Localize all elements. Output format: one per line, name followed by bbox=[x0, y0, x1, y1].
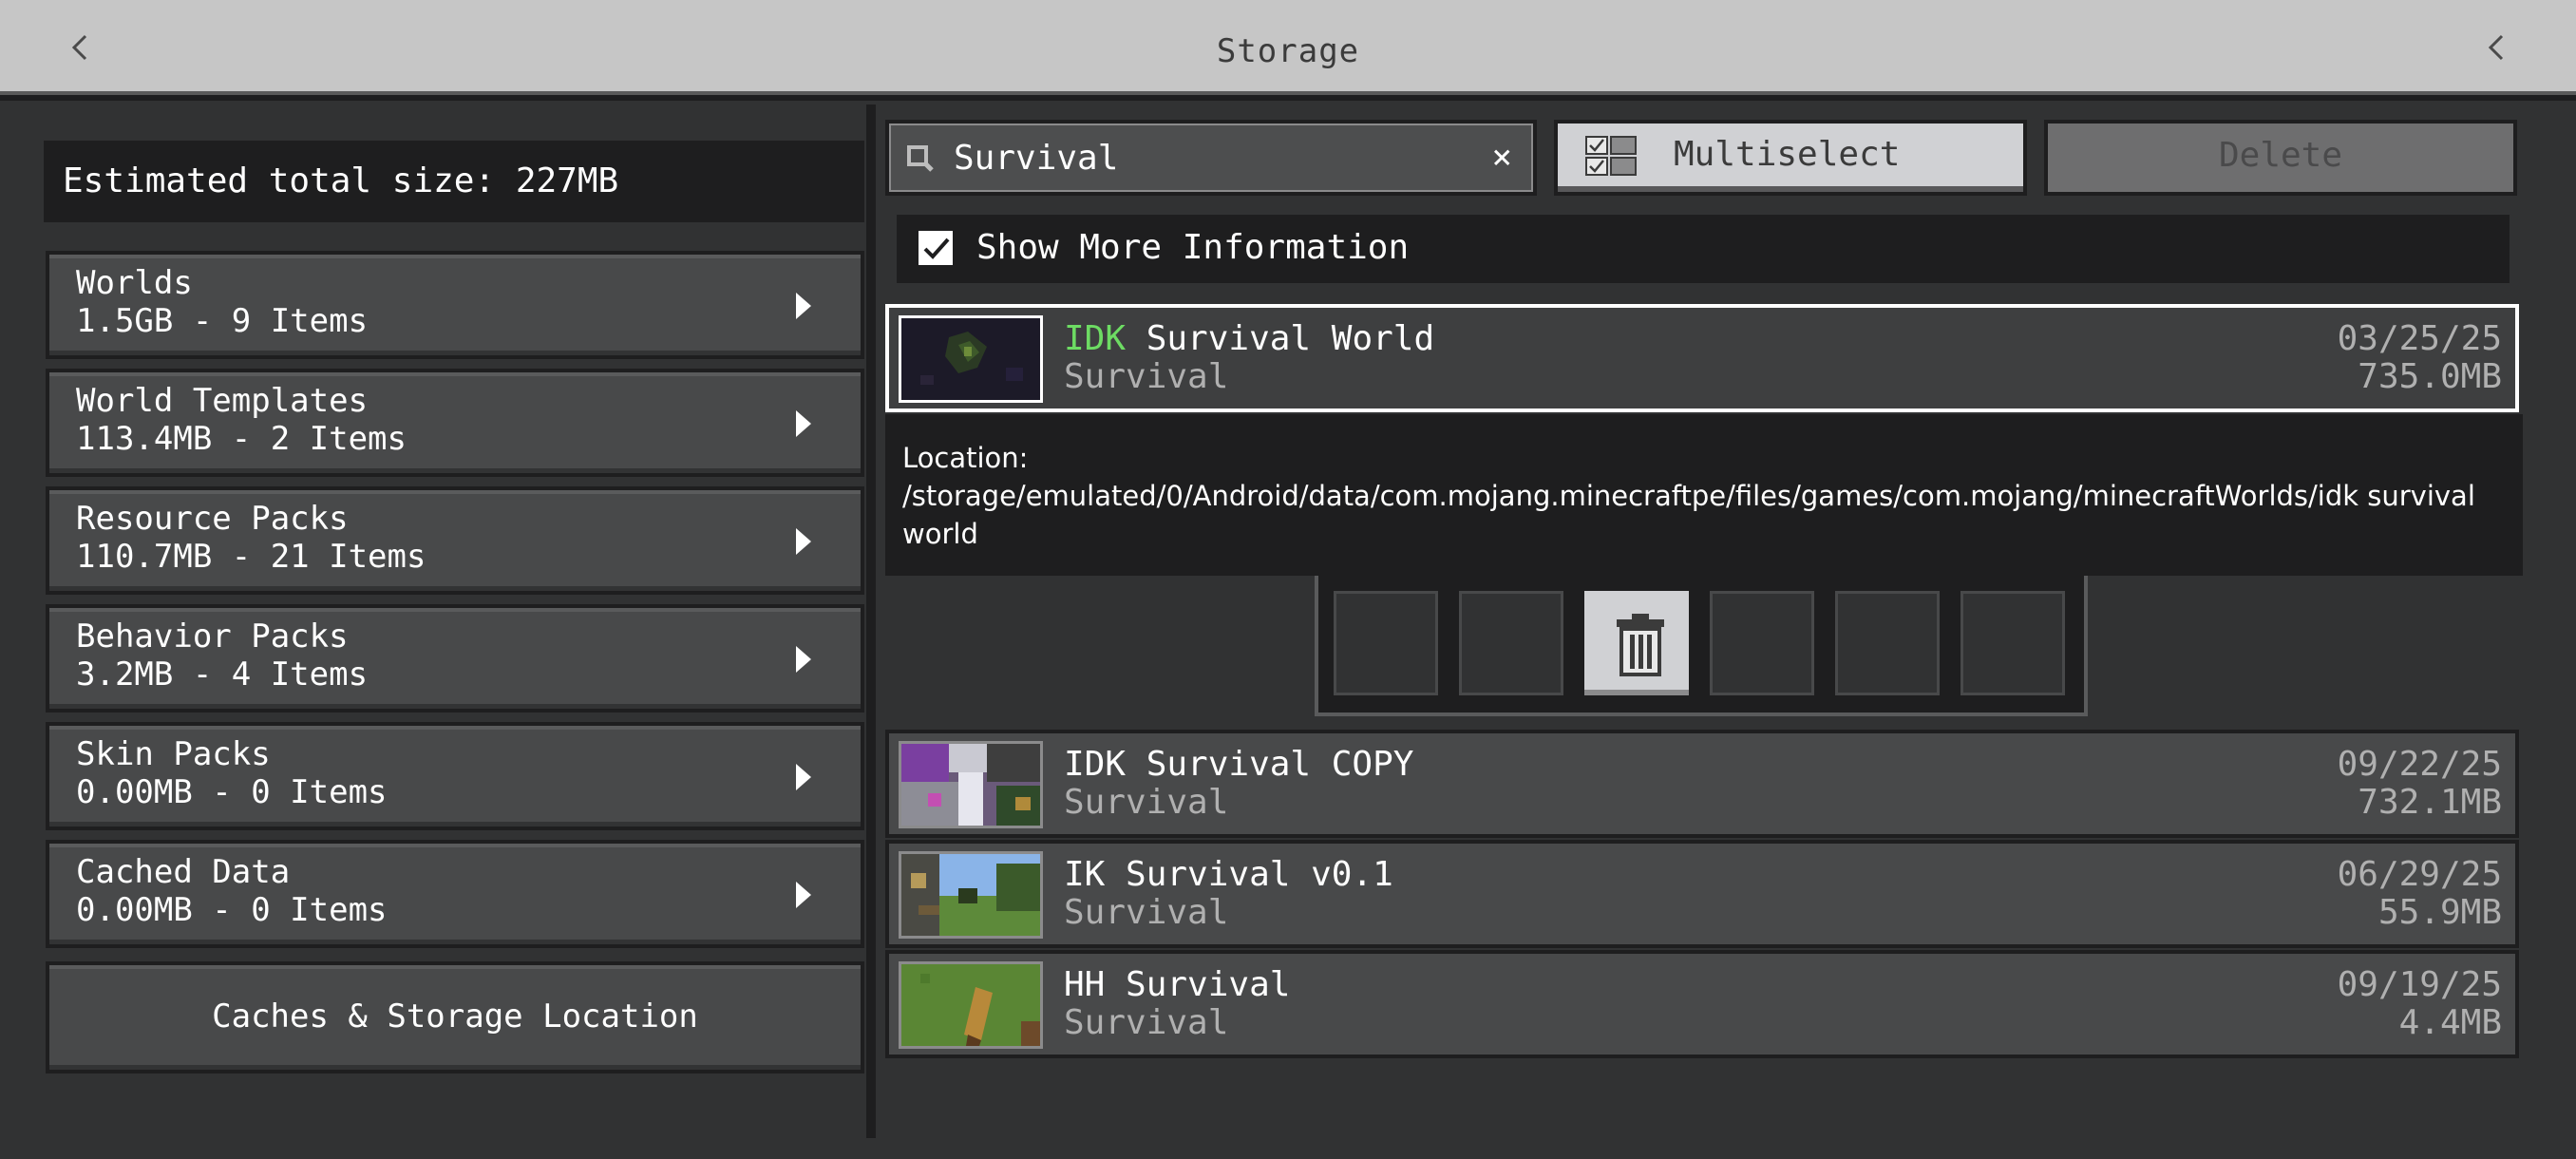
category-behavior-packs[interactable]: Behavior Packs 3.2MB - 4 Items bbox=[46, 604, 864, 712]
multiselect-button-face: Multiselect bbox=[1558, 124, 2023, 192]
arrow-right-icon bbox=[796, 293, 811, 319]
category-cached-data[interactable]: Cached Data 0.00MB - 0 Items bbox=[46, 840, 864, 948]
category-detail: 0.00MB - 0 Items bbox=[76, 773, 388, 811]
page-title: Storage bbox=[1216, 32, 1360, 70]
location-label: Location: bbox=[902, 442, 1029, 474]
world-name: HH Survival bbox=[1064, 965, 1291, 1004]
world-date: 09/22/25 bbox=[2337, 745, 2502, 784]
world-row[interactable]: IDK Survival COPY Survival 09/22/25 732.… bbox=[885, 730, 2519, 838]
world-thumbnail bbox=[899, 851, 1043, 939]
arrow-right-icon bbox=[796, 528, 811, 555]
world-name-rest: Survival World bbox=[1126, 319, 1435, 358]
category-resource-packs[interactable]: Resource Packs 110.7MB - 21 Items bbox=[46, 486, 864, 595]
world-size: 4.4MB bbox=[2398, 1003, 2502, 1042]
world-mode: Survival bbox=[1064, 357, 1229, 396]
action-slot-4[interactable] bbox=[1706, 587, 1818, 699]
multiselect-button[interactable]: Multiselect bbox=[1554, 120, 2027, 196]
search-box[interactable]: Survival × bbox=[885, 120, 1537, 196]
location-path: /storage/emulated/0/Android/data/com.moj… bbox=[902, 480, 2475, 550]
category-name: Skin Packs bbox=[76, 735, 271, 773]
world-mode: Survival bbox=[1064, 783, 1229, 822]
category-detail: 3.2MB - 4 Items bbox=[76, 656, 369, 694]
world-date: 06/29/25 bbox=[2337, 855, 2502, 894]
collapse-chevron-icon[interactable] bbox=[2477, 28, 2515, 66]
clear-search-icon[interactable]: × bbox=[1491, 138, 1512, 177]
category-name: World Templates bbox=[76, 382, 369, 420]
world-size: 55.9MB bbox=[2377, 893, 2502, 932]
world-date: 03/25/25 bbox=[2337, 319, 2502, 358]
category-worlds[interactable]: Worlds 1.5GB - 9 Items bbox=[46, 251, 864, 359]
world-size: 732.1MB bbox=[2358, 783, 2502, 822]
arrow-right-icon bbox=[796, 882, 811, 908]
world-row[interactable]: IK Survival v0.1 Survival 06/29/25 55.9M… bbox=[885, 840, 2519, 948]
multiselect-checklist-icon bbox=[1585, 136, 1637, 176]
show-info-label: Show More Information bbox=[976, 228, 1410, 267]
trash-icon bbox=[1617, 614, 1664, 676]
category-world-templates[interactable]: World Templates 113.4MB - 2 Items bbox=[46, 369, 864, 477]
search-icon bbox=[907, 145, 934, 172]
caches-storage-location-button[interactable]: Caches & Storage Location bbox=[46, 961, 864, 1074]
action-slot-5[interactable] bbox=[1831, 587, 1943, 699]
category-name: Cached Data bbox=[76, 853, 291, 891]
search-value: Survival bbox=[954, 139, 1119, 178]
world-mode: Survival bbox=[1064, 1003, 1229, 1042]
world-thumbnail bbox=[899, 741, 1043, 828]
world-size: 735.0MB bbox=[2358, 357, 2502, 396]
world-name: IDK Survival World bbox=[1064, 319, 1434, 358]
category-skin-packs[interactable]: Skin Packs 0.00MB - 0 Items bbox=[46, 722, 864, 830]
action-slot-2[interactable] bbox=[1455, 587, 1567, 699]
world-location-info: Location: /storage/emulated/0/Android/da… bbox=[885, 414, 2523, 576]
world-name: IK Survival v0.1 bbox=[1064, 855, 1393, 894]
search-match-highlight: IDK bbox=[1064, 319, 1127, 358]
category-detail: 110.7MB - 21 Items bbox=[76, 538, 426, 576]
show-info-checkbox[interactable] bbox=[916, 228, 956, 268]
panel-divider bbox=[866, 104, 876, 1138]
arrow-right-icon bbox=[796, 410, 811, 437]
storage-categories-panel: Estimated total size: 227MB Worlds 1.5GB… bbox=[0, 104, 866, 1159]
world-name: IDK Survival COPY bbox=[1064, 745, 1414, 784]
world-mode: Survival bbox=[1064, 893, 1229, 932]
header-bar: Storage bbox=[0, 0, 2576, 101]
delete-world-button[interactable] bbox=[1581, 587, 1693, 699]
multiselect-label: Multiselect bbox=[1674, 135, 1901, 174]
checkmark-icon bbox=[923, 238, 950, 259]
estimated-total-size: Estimated total size: 227MB bbox=[44, 141, 864, 222]
search-input[interactable]: Survival × bbox=[889, 124, 1533, 192]
show-more-information-toggle[interactable]: Show More Information bbox=[897, 215, 2510, 283]
category-detail: 113.4MB - 2 Items bbox=[76, 420, 407, 458]
delete-label: Delete bbox=[2048, 124, 2513, 192]
world-thumbnail bbox=[899, 315, 1043, 403]
world-date: 09/19/25 bbox=[2337, 965, 2502, 1004]
world-row-selected[interactable]: IDK Survival World Survival 03/25/25 735… bbox=[885, 304, 2519, 412]
delete-button[interactable]: Delete bbox=[2044, 120, 2517, 196]
action-slot-1[interactable] bbox=[1330, 587, 1442, 699]
arrow-right-icon bbox=[796, 764, 811, 790]
category-name: Behavior Packs bbox=[76, 618, 349, 656]
category-name: Resource Packs bbox=[76, 500, 349, 538]
world-thumbnail bbox=[899, 961, 1043, 1049]
world-row[interactable]: HH Survival Survival 09/19/25 4.4MB bbox=[885, 950, 2519, 1058]
category-name: Worlds bbox=[76, 264, 193, 302]
category-detail: 0.00MB - 0 Items bbox=[76, 891, 388, 929]
arrow-right-icon bbox=[796, 646, 811, 673]
world-action-bar bbox=[1315, 576, 2088, 716]
action-slot-6[interactable] bbox=[1957, 587, 2069, 699]
category-detail: 1.5GB - 9 Items bbox=[76, 302, 369, 340]
